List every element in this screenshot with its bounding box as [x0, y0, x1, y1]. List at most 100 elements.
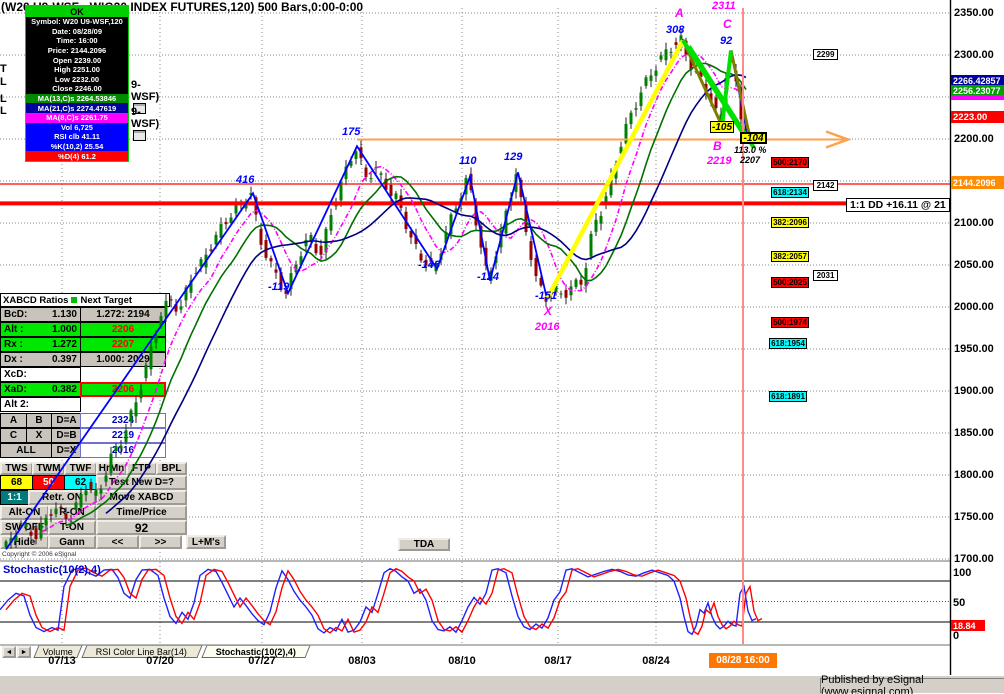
stochastic-pane-label: Stochastic(10(2),4)	[3, 564, 101, 576]
toolbar-button-twm[interactable]: TWM	[32, 462, 65, 475]
price-axis-tick: 1950.00	[954, 342, 994, 355]
alt-on-button[interactable]: Alt-ON	[0, 505, 49, 520]
quote-row: %K(10,2) 25.54	[26, 141, 128, 152]
price-axis-tick: 1800.00	[954, 468, 994, 481]
study-label-edge-letter: L	[0, 93, 7, 105]
price-axis-tick: 1900.00	[954, 384, 994, 397]
pattern-point-label: C	[723, 17, 732, 31]
indicator-value-cell: 50	[32, 475, 65, 490]
ratio-1-1-cell[interactable]: 1:1	[0, 490, 29, 505]
swing-value-flag[interactable]: -105	[710, 121, 734, 133]
xabcd-target-cell: 1.000: 2029	[80, 352, 166, 367]
quote-row: MA(8,C)s 2261.75	[26, 112, 128, 123]
xabcd-abc-value: 2016	[80, 443, 166, 458]
price-axis-flag: 2223.00	[951, 111, 1004, 123]
date-axis-label: 08/10	[448, 655, 476, 667]
price-axis-tick: 1850.00	[954, 426, 994, 439]
date-axis-label: 07/20	[146, 655, 174, 667]
quote-row: MA(21,C)s 2274.47619	[26, 103, 128, 113]
indicator-value-cell: 68	[0, 475, 33, 490]
quote-row: %D(4) 61.2	[26, 151, 128, 161]
tda-button[interactable]: TDA	[398, 538, 450, 551]
xabcd-target-cell: 2206	[80, 322, 166, 337]
date-axis-label: 07/27	[248, 655, 276, 667]
indicator-value-cell: 62	[64, 475, 97, 490]
t-on-button[interactable]: T-ON	[48, 520, 96, 535]
hide-button[interactable]: Hide	[0, 535, 49, 549]
test-new-d-button[interactable]: Test New D=?	[96, 475, 187, 490]
xabcd-target-cell: 2206	[80, 382, 166, 397]
price-axis-tick: 1750.00	[954, 510, 994, 523]
price-axis-flag: 2144.2096	[951, 176, 1004, 189]
xabcd-abc-cell: D=X	[51, 443, 82, 458]
xabcd-header-right: Next Target	[80, 294, 133, 306]
xabcd-ratio-cell: BcD: 1.130	[0, 307, 81, 322]
xabcd-target-cell: 2207	[80, 337, 166, 352]
quote-row: Vol 6,725	[26, 122, 128, 133]
xabcd-abc-cell: C	[0, 428, 27, 443]
scroll-fwd-button[interactable]: >>	[139, 535, 182, 549]
swing-size-label: -151	[535, 290, 558, 302]
xabcd-ratio-cell: XaD: 0.382	[0, 382, 81, 397]
sw-off-button[interactable]: SW OFF	[0, 520, 49, 535]
study-label-fragment: 9-WSF)	[131, 106, 159, 144]
swing-value-flag[interactable]: -104	[740, 132, 767, 144]
swing-size-label: 110	[459, 155, 477, 167]
quote-data-box: OK Symbol: W20 U9-WSF,120 Date: 08/28/09 Ti…	[25, 5, 129, 162]
study-label-edge-letter: L	[0, 76, 7, 88]
pattern-point-label: 2016	[535, 321, 560, 333]
stoch-axis-tick: 0	[953, 629, 960, 642]
fib-level-label: 618:1891	[769, 391, 807, 402]
xabcd-header: XABCD Ratios Next Target	[0, 293, 170, 307]
fib-level-label: 500:2170	[771, 157, 809, 168]
swing-size-label: 129	[504, 151, 523, 163]
pattern-point-label: 2219	[707, 155, 732, 167]
printer-icon[interactable]	[133, 130, 146, 141]
fib-level-label: 382:2096	[771, 217, 809, 228]
xabcd-abc-cell: D=A	[51, 413, 82, 428]
gann-button[interactable]: Gann	[48, 535, 96, 549]
quote-row: Date: 08/28/09	[26, 26, 128, 37]
price-axis-tick: 1700.00	[954, 552, 994, 565]
toolbar-button-bpl[interactable]: BPL	[156, 462, 187, 475]
toolbar-button-ftp[interactable]: FTP	[126, 462, 157, 475]
measure-label: 113.0 %	[734, 145, 767, 155]
retr-on-button[interactable]: Retr. ON	[28, 490, 96, 505]
price-axis-tick: 2300.00	[954, 48, 994, 61]
move-xabcd-button[interactable]: Move XABCD	[96, 490, 187, 505]
pattern-point-label: B	[713, 139, 722, 153]
target-price-box: 2299	[813, 49, 838, 60]
status-publisher: Published by eSignal (www.esignal.com)	[820, 674, 1004, 694]
toolbar-button-hrmn[interactable]: HrMn	[96, 462, 127, 475]
swing-size-label: -146	[418, 259, 441, 271]
swing-size-label: 308	[666, 24, 685, 36]
bars-count-button[interactable]: 92	[96, 520, 187, 535]
price-axis-tick: 2100.00	[954, 216, 994, 229]
quote-row: RSI clb 41.11	[26, 132, 128, 142]
tab-scroll-right-button[interactable]: ►	[17, 646, 31, 658]
price-axis-flag	[951, 95, 1004, 100]
xabcd-target-cell: 1.272: 2194	[80, 307, 166, 322]
scroll-back-button[interactable]: <<	[96, 535, 139, 549]
tab-scroll-left-button[interactable]: ◄	[2, 646, 16, 658]
xabcd-ratio-cell: Alt 2:	[0, 397, 81, 412]
quote-row: Price: 2144.2096	[26, 45, 128, 56]
time-price-button[interactable]: Time/Price	[96, 505, 187, 520]
quote-row: Close 2246.00	[26, 84, 128, 94]
r-on-button[interactable]: R-ON	[48, 505, 96, 520]
xabcd-abc-value: 2219	[80, 428, 166, 443]
swing-size-label: -119	[268, 281, 290, 293]
fib-level-label: 618:2134	[771, 187, 809, 198]
swing-size-label: 92	[720, 35, 733, 47]
fib-level-label: 618:1954	[769, 338, 807, 349]
quote-row: MA(13,C)s 2264.53846	[26, 93, 128, 104]
toolbar-button-tws[interactable]: TWS	[0, 462, 33, 475]
quote-status-ok[interactable]: OK	[26, 6, 128, 17]
study-label-text: 9-WSF)	[131, 106, 160, 130]
price-axis-tick: 2200.00	[954, 132, 994, 145]
pattern-point-label: 2311	[712, 0, 736, 12]
toolbar-button-twf[interactable]: TWF	[64, 462, 97, 475]
lm-button[interactable]: L+M's	[186, 535, 226, 549]
xabcd-abc-cell: X	[26, 428, 52, 443]
date-axis-label: 08/24	[642, 655, 670, 667]
